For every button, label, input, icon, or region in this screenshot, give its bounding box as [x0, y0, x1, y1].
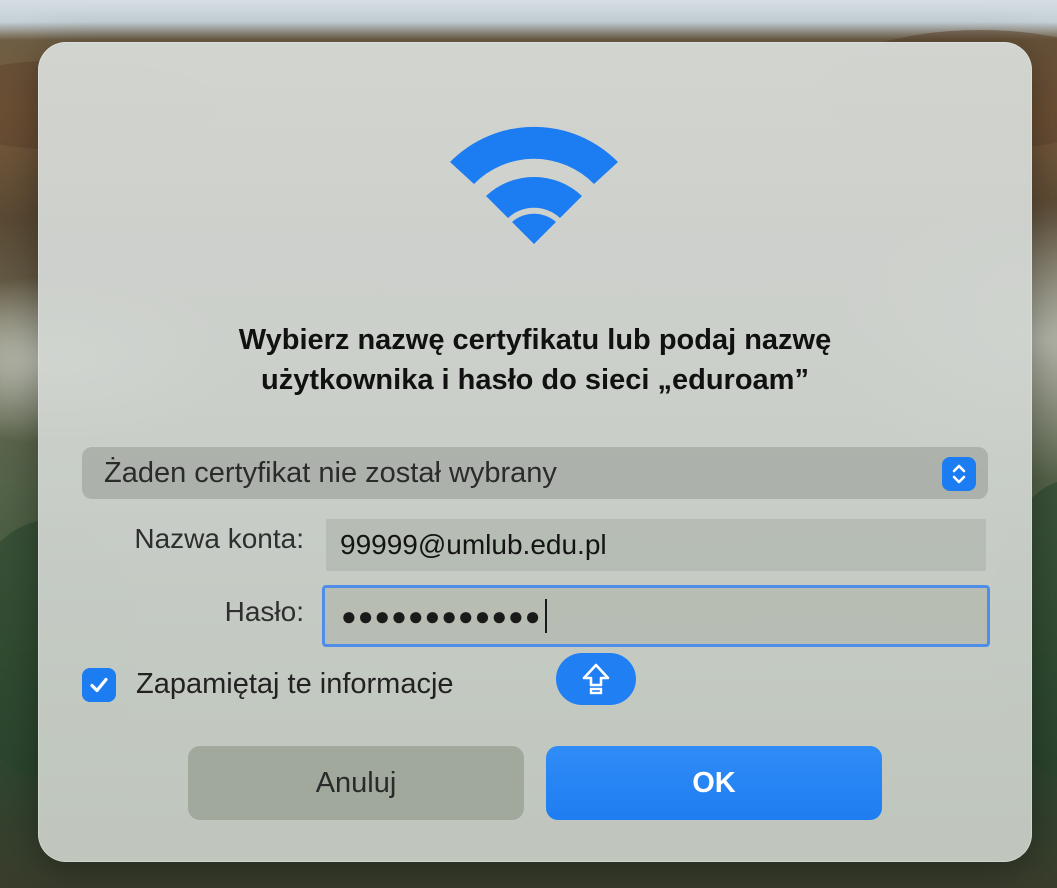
account-label: Nazwa konta:: [134, 523, 304, 554]
dialog-title-line-1: Wybierz nazwę certyfikatu lub podaj nazw…: [238, 324, 832, 356]
cancel-button[interactable]: Anuluj: [188, 746, 524, 820]
password-label: Hasło:: [224, 596, 304, 627]
dialog-title-line-2: użytkownika i hasło do sieci „eduroam”: [261, 364, 809, 396]
caps-lock-icon: [556, 653, 636, 705]
checkmark-icon: [90, 677, 108, 693]
remember-label[interactable]: Zapamiętaj te informacje: [136, 664, 454, 704]
chevron-up-down-icon[interactable]: [942, 457, 976, 491]
account-field[interactable]: 99999@umlub.edu.pl: [326, 519, 986, 571]
remember-checkbox[interactable]: [82, 668, 116, 702]
text-caret: [545, 599, 548, 633]
dialog-title: Wybierz nazwę certyfikatu lub podaj nazw…: [38, 320, 1032, 400]
certificate-popup-value: Żaden certyfikat nie został wybrany: [104, 456, 557, 489]
account-field-value: 99999@umlub.edu.pl: [340, 529, 607, 560]
password-field-value: ●●●●●●●●●●●●: [341, 600, 542, 631]
certificate-popup[interactable]: Żaden certyfikat nie został wybrany: [82, 447, 988, 499]
password-field[interactable]: ●●●●●●●●●●●●: [322, 585, 990, 647]
wifi-icon: [450, 126, 618, 244]
ok-button[interactable]: OK: [546, 746, 882, 820]
desktop-background: Wybierz nazwę certyfikatu lub podaj nazw…: [0, 0, 1057, 888]
